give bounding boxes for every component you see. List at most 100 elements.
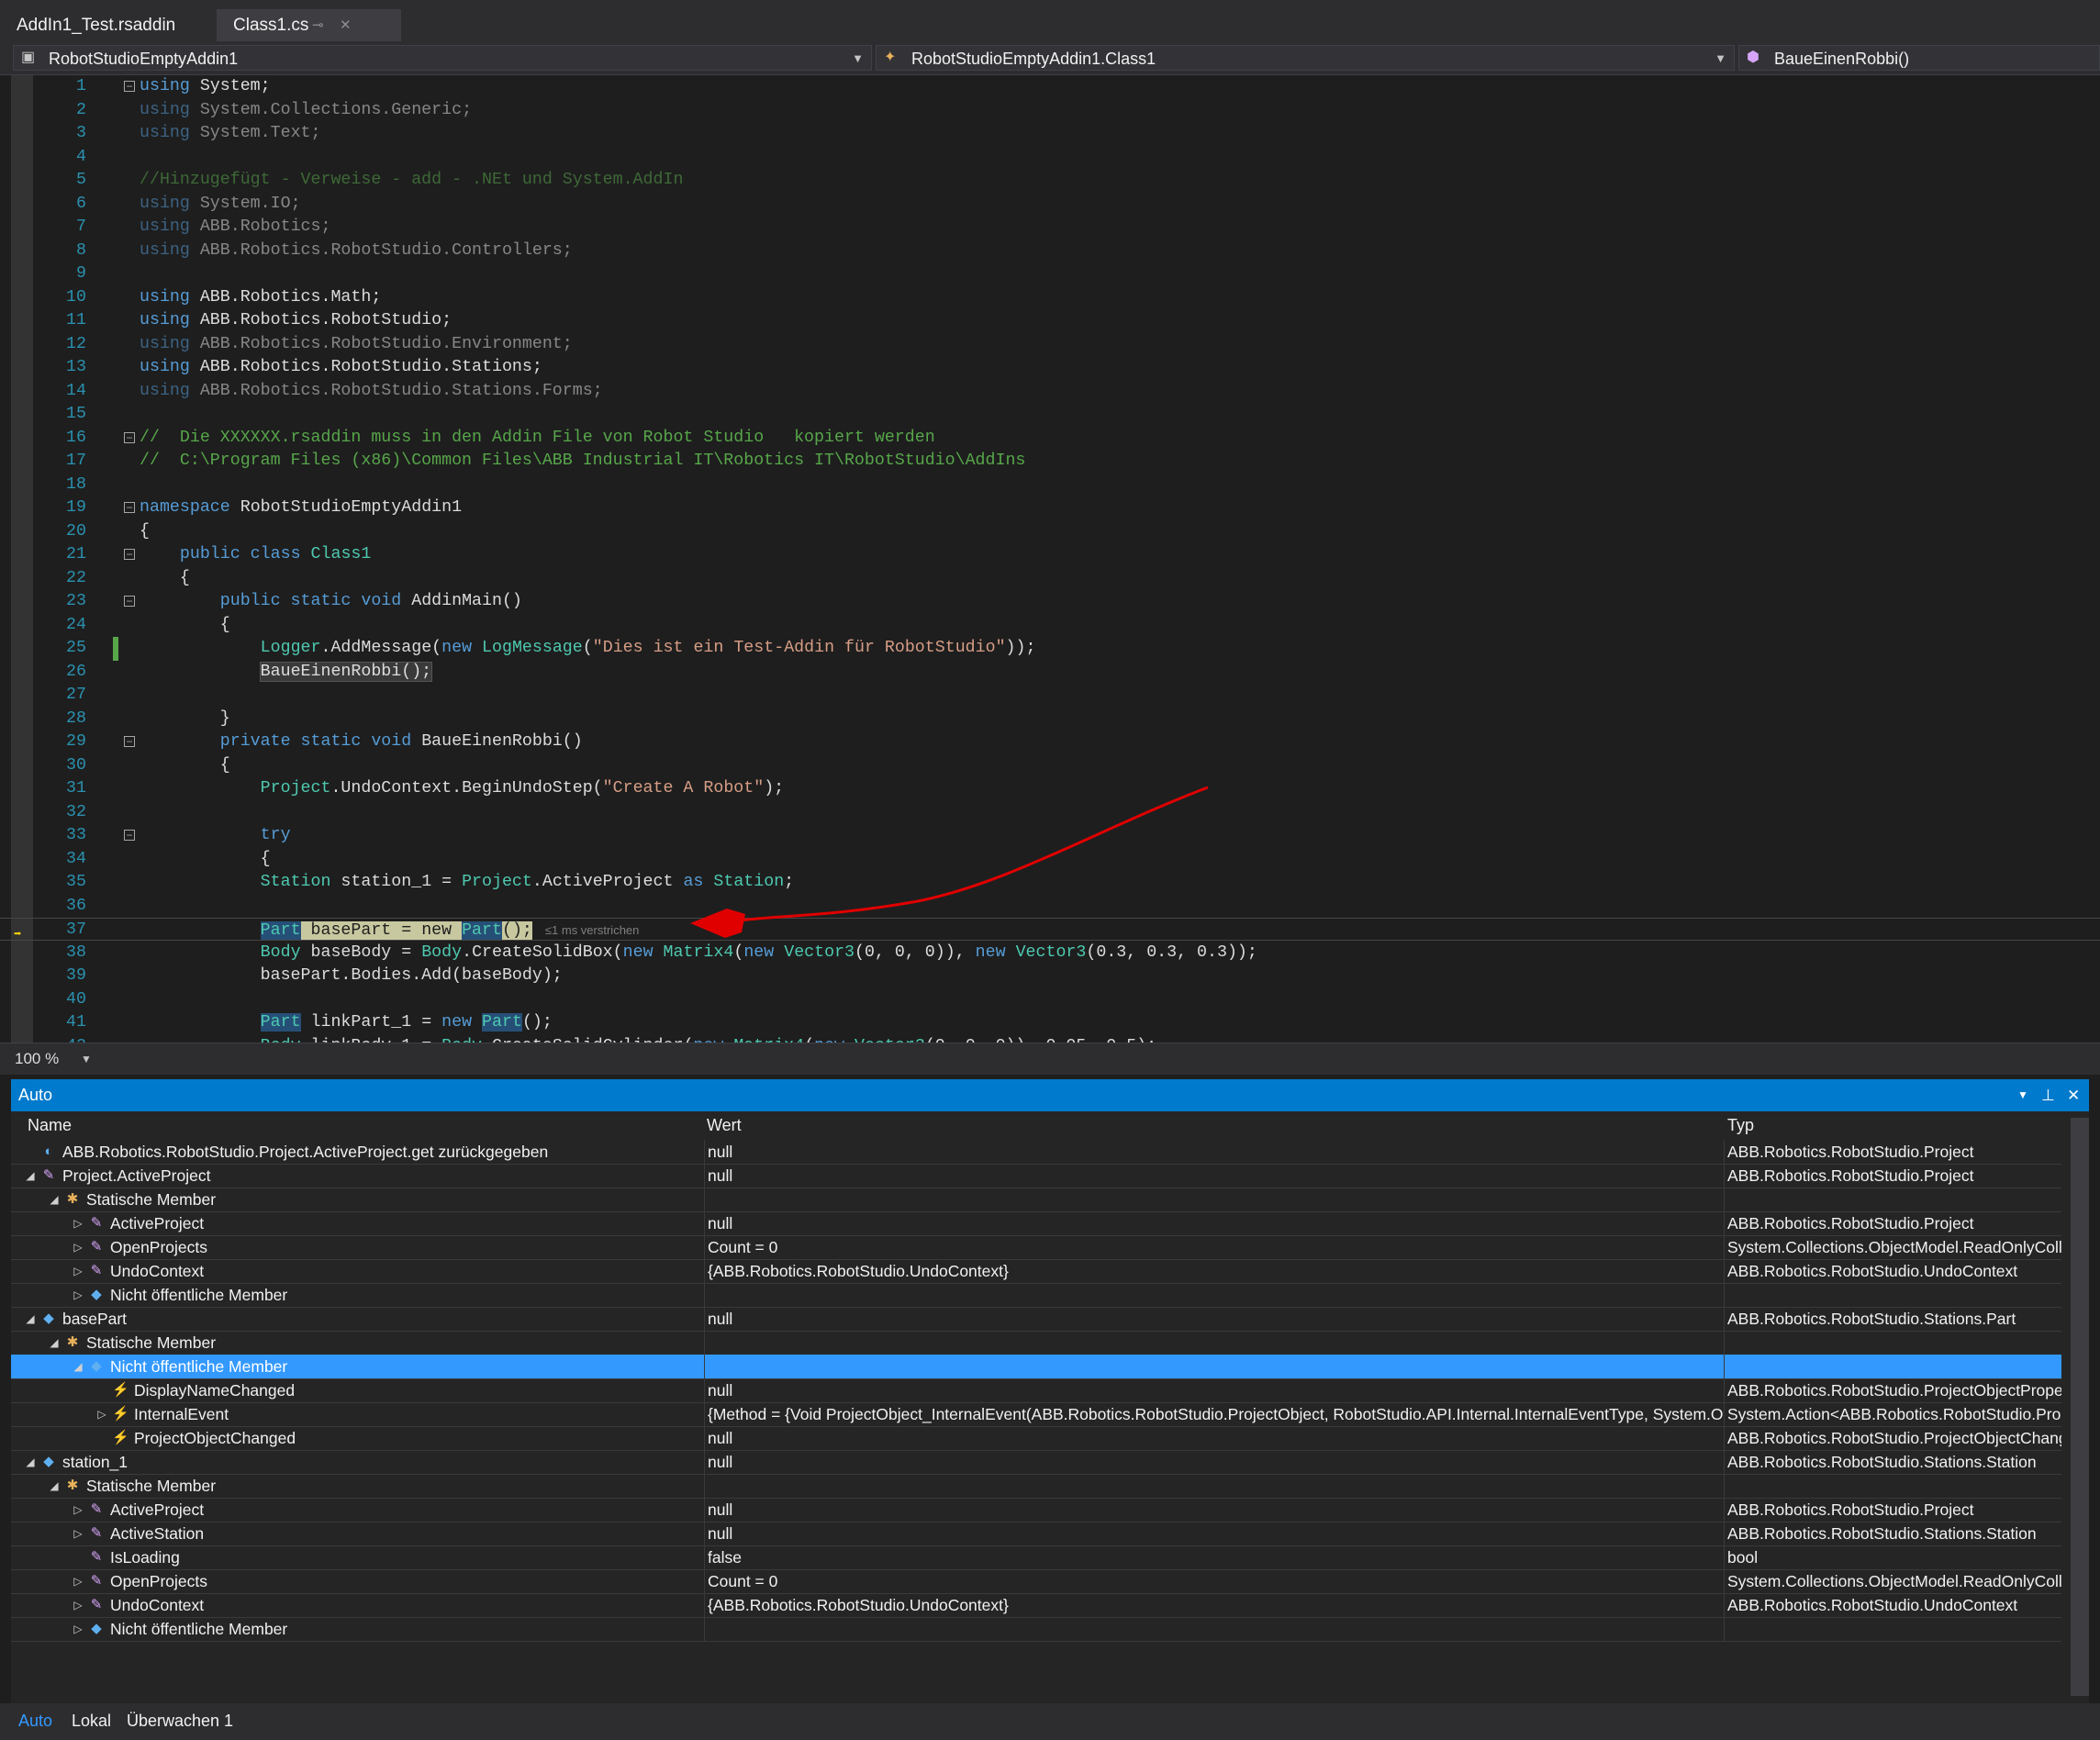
tree-row[interactable]: ▷ ⚡ InternalEvent {Method = {Void ProjectOb… — [11, 1402, 2061, 1427]
tree-row[interactable]: ▷ ✎ ActiveProject null ABB.Robotics.RobotStu… — [11, 1211, 2061, 1236]
code-line[interactable]: 20 { — [0, 520, 2100, 543]
expanded-arrow-icon[interactable]: ◢ — [48, 1188, 61, 1211]
collapse-icon[interactable]: − — [124, 596, 135, 607]
value-cell[interactable] — [704, 1617, 1723, 1641]
value-cell[interactable]: null — [704, 1498, 1723, 1522]
collapse-icon[interactable]: − — [124, 81, 135, 92]
code-line[interactable]: 40 — [0, 988, 2100, 1011]
tree-row[interactable]: ✎ IsLoading false bool — [11, 1545, 2061, 1570]
code-line[interactable]: 1 − using System; — [0, 75, 2100, 98]
tree-row[interactable]: ▷ ✎ UndoContext {ABB.Robotics.RobotStudio.U… — [11, 1259, 2061, 1284]
expand-arrow-icon[interactable]: ▷ — [72, 1283, 84, 1307]
expand-arrow-icon[interactable]: ▷ — [72, 1593, 84, 1617]
code-line[interactable]: 42 Body linkBody_1 = Body.CreateSolidCyl… — [0, 1035, 2100, 1043]
chevron-down-icon[interactable]: ▼ — [81, 1043, 92, 1075]
pin-icon[interactable]: ⊥ — [2041, 1079, 2055, 1111]
tab-class1-cs[interactable]: Class1.cs ⊸ ✕ — [217, 9, 401, 41]
tree-row[interactable]: ▷ ✎ ActiveStation null ABB.Robotics.RobotStu… — [11, 1522, 2061, 1546]
close-icon[interactable]: ✕ — [2067, 1079, 2080, 1111]
tab-lokal[interactable]: Lokal — [72, 1703, 111, 1738]
code-line[interactable]: 33 − try — [0, 824, 2100, 847]
collapse-icon[interactable]: − — [124, 502, 135, 513]
code-line[interactable]: 8 using ABB.Robotics.RobotStudio.Controll… — [0, 240, 2100, 262]
code-line[interactable]: 31 Project.UndoContext.BeginUndoStep("Cr… — [0, 777, 2100, 800]
zoom-level[interactable]: 100 % — [15, 1043, 59, 1075]
value-cell[interactable]: {ABB.Robotics.RobotStudio.UndoContext} — [704, 1259, 1723, 1283]
value-cell[interactable]: null — [704, 1378, 1723, 1402]
tree-row[interactable]: ▷ ✎ ActiveProject null ABB.Robotics.RobotStu… — [11, 1498, 2061, 1522]
expand-arrow-icon[interactable]: ▷ — [72, 1569, 84, 1593]
code-line[interactable]: 25 Logger.AddMessage(new LogMessage("Die… — [0, 637, 2100, 660]
tree-row[interactable]: ▷ ◆ Nicht öffentliche Member — [11, 1283, 2061, 1308]
tree-row[interactable]: ⚡ DisplayNameChanged null ABB.Robotics.Robo… — [11, 1378, 2061, 1403]
code-line[interactable]: 41 Part linkPart_1 = new Part(); — [0, 1011, 2100, 1034]
project-dropdown[interactable]: ▣ RobotStudioEmptyAddin1 ▼ — [13, 45, 872, 71]
expand-arrow-icon[interactable]: ▷ — [72, 1498, 84, 1522]
value-cell[interactable]: false — [704, 1545, 1723, 1569]
code-line[interactable]: 9 — [0, 262, 2100, 285]
close-tab-icon[interactable]: ✕ — [340, 9, 352, 42]
tree-row[interactable]: ◢ ✱ Statische Member — [11, 1188, 2061, 1212]
value-cell[interactable]: null — [704, 1307, 1723, 1331]
value-cell[interactable]: Count = 0 — [704, 1235, 1723, 1259]
value-cell[interactable] — [704, 1188, 1723, 1211]
expand-arrow-icon[interactable]: ▷ — [72, 1235, 84, 1259]
tab-addin1-test[interactable]: AddIn1_Test.rsaddin — [0, 9, 221, 41]
code-line[interactable]: 28 } — [0, 708, 2100, 731]
column-header-type[interactable]: Typ — [1727, 1112, 1754, 1138]
code-line[interactable]: 16 −// Die XXXXXX.rsaddin muss in den Add… — [0, 427, 2100, 450]
tree-row[interactable]: ▷ ✎ OpenProjects Count = 0 System.Collection… — [11, 1569, 2061, 1594]
column-header-name[interactable]: Name — [28, 1112, 72, 1138]
expand-arrow-icon[interactable]: ▷ — [72, 1522, 84, 1545]
collapse-icon[interactable]: − — [124, 736, 135, 747]
code-line[interactable]: ➡ 37 Part basePart = new Part(); ≤1 ms ver… — [0, 918, 2100, 942]
tab-auto[interactable]: Auto — [18, 1703, 52, 1738]
code-line[interactable]: 39 basePart.Bodies.Add(baseBody); — [0, 965, 2100, 987]
tree-row[interactable]: ◢ ◆ station_1 null ABB.Robotics.RobotStudio.… — [11, 1450, 2061, 1475]
expand-arrow-icon[interactable]: ▷ — [95, 1402, 108, 1426]
code-line[interactable]: 22 { — [0, 567, 2100, 590]
collapse-icon[interactable]: − — [124, 431, 135, 443]
code-line[interactable]: 32 — [0, 801, 2100, 824]
perf-tip[interactable]: ≤1 ms verstrichen — [545, 923, 640, 937]
tree-row[interactable]: ▷ ✎ OpenProjects Count = 0 System.Collection… — [11, 1235, 2061, 1260]
code-editor[interactable]: 1− using System; 2 using System.Collections… — [0, 75, 2100, 1043]
tree-row[interactable]: ◢ ✱ Statische Member — [11, 1474, 2061, 1499]
expand-arrow-icon[interactable]: ▷ — [72, 1211, 84, 1235]
code-line[interactable]: 4 — [0, 146, 2100, 169]
value-cell[interactable]: null — [704, 1164, 1723, 1188]
code-line[interactable]: 13 using ABB.Robotics.RobotStudio.Station… — [0, 356, 2100, 379]
value-cell[interactable]: null — [704, 1140, 1723, 1164]
code-line[interactable]: 36 — [0, 895, 2100, 918]
collapse-icon[interactable]: − — [124, 549, 135, 560]
code-line[interactable]: 6 using System.IO; — [0, 193, 2100, 216]
expand-arrow-icon[interactable]: ▷ — [72, 1259, 84, 1283]
code-line[interactable]: 23 − public static void AddinMain() — [0, 590, 2100, 613]
tree-row[interactable]: ◢ ◆ basePart null ABB.Robotics.RobotStudio.S… — [11, 1307, 2061, 1332]
pin-icon[interactable]: ⊸ — [312, 9, 324, 42]
tab-watch-1[interactable]: Überwachen 1 — [127, 1703, 233, 1738]
tree-row[interactable]: ◐ ABB.Robotics.RobotStudio.Project.Active… — [11, 1140, 2061, 1165]
code-line[interactable]: 7 using ABB.Robotics; — [0, 216, 2100, 239]
value-cell[interactable]: null — [704, 1450, 1723, 1474]
expanded-arrow-icon[interactable]: ◢ — [48, 1331, 61, 1355]
code-line[interactable]: 21 − public class Class1 — [0, 543, 2100, 566]
value-cell[interactable]: {ABB.Robotics.RobotStudio.UndoContext} — [704, 1593, 1723, 1617]
tree-row[interactable]: ⚡ ProjectObjectChanged null ABB.Robotics.Ro… — [11, 1426, 2061, 1451]
value-cell[interactable]: Count = 0 — [704, 1569, 1723, 1593]
value-cell[interactable] — [704, 1331, 1723, 1355]
expanded-arrow-icon[interactable]: ◢ — [24, 1307, 37, 1331]
code-line[interactable]: 2 using System.Collections.Generic; — [0, 99, 2100, 122]
code-line[interactable]: 29 − private static void BaueEinenRobbi() — [0, 731, 2100, 753]
code-line[interactable]: 24 { — [0, 614, 2100, 637]
member-dropdown[interactable]: ⬢ BaueEinenRobbi() — [1738, 45, 2100, 71]
value-cell[interactable]: {Method = {Void ProjectObject_InternalEv… — [704, 1402, 1723, 1426]
code-line[interactable]: 12 using ABB.Robotics.RobotStudio.Environ… — [0, 333, 2100, 356]
code-line[interactable]: 30 { — [0, 754, 2100, 777]
value-cell[interactable] — [704, 1474, 1723, 1498]
value-cell[interactable]: null — [704, 1426, 1723, 1450]
code-line[interactable]: 35 Station station_1 = Project.ActivePro… — [0, 871, 2100, 894]
tree-row[interactable]: ▷ ✎ UndoContext {ABB.Robotics.RobotStudio.U… — [11, 1593, 2061, 1618]
expand-arrow-icon[interactable]: ▷ — [72, 1617, 84, 1641]
code-line[interactable]: 17 // C:\Program Files (x86)\Common Files… — [0, 450, 2100, 473]
